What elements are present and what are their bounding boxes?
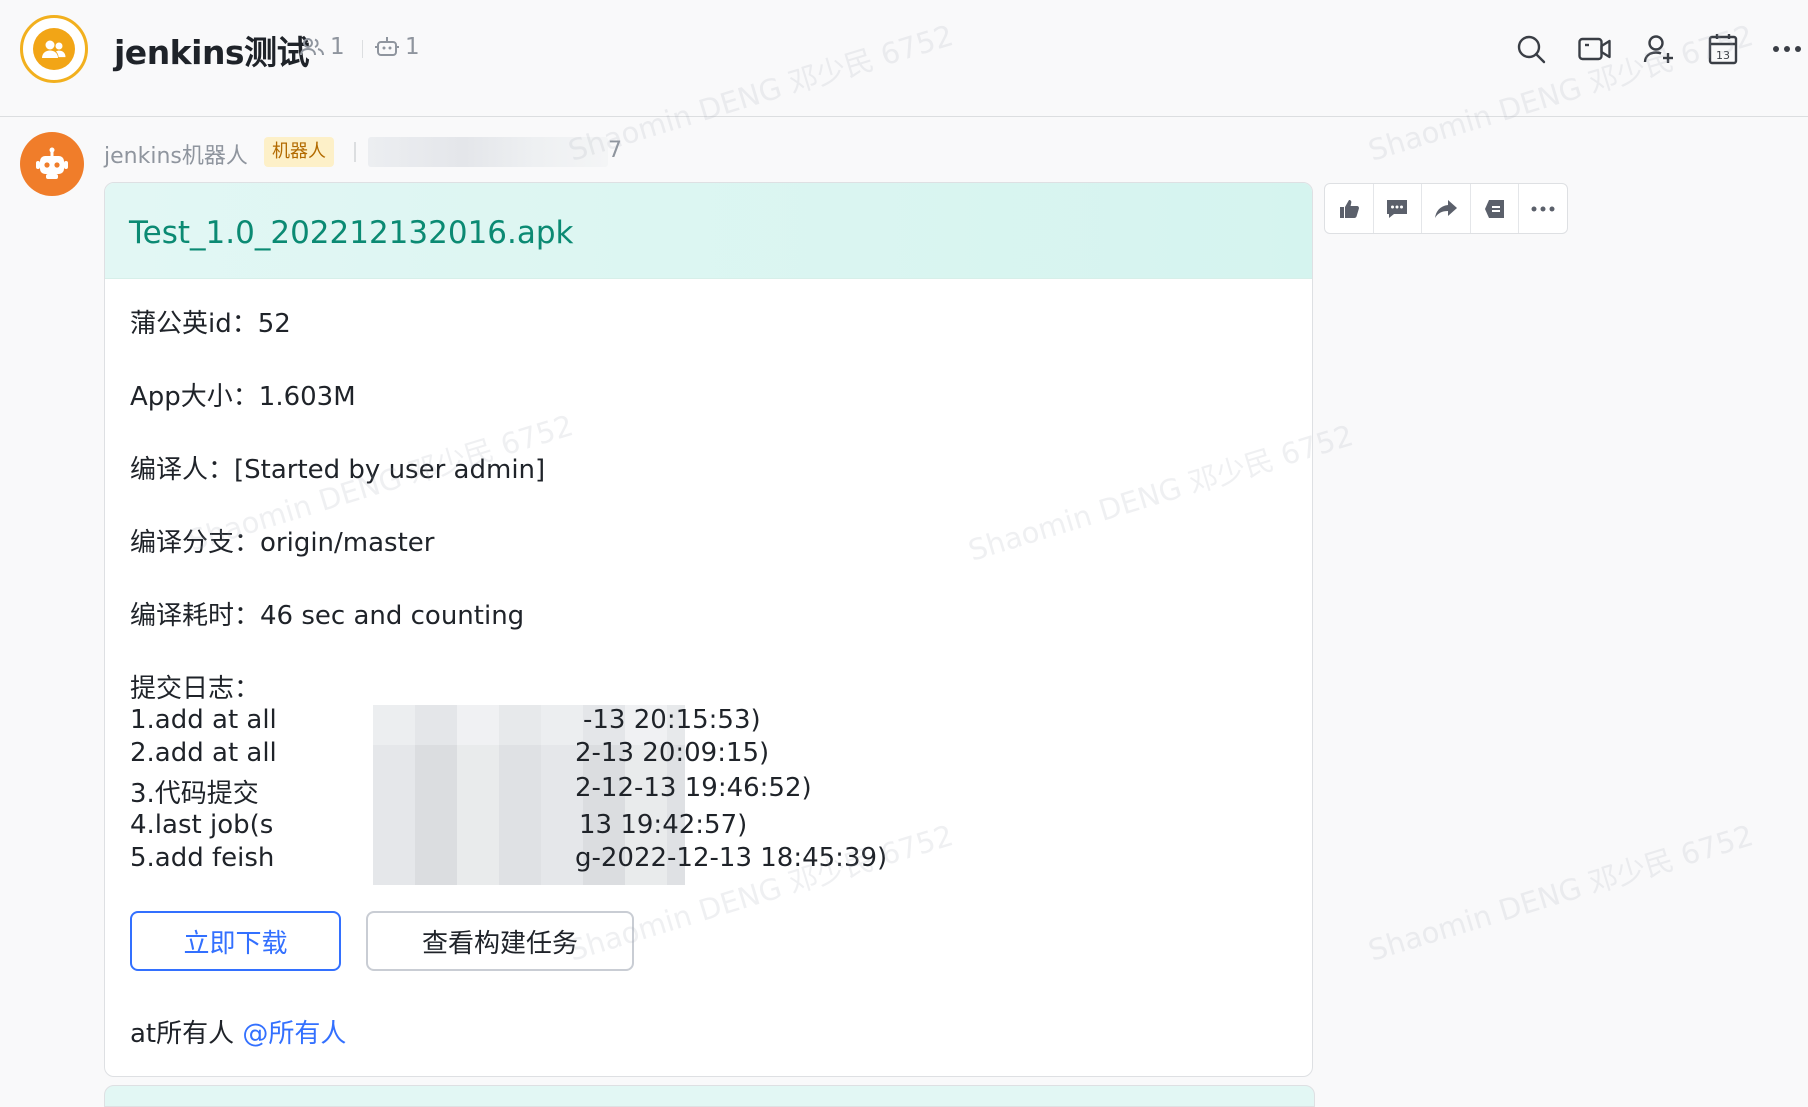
group-people-icon [33, 28, 75, 70]
more-icon[interactable] [1770, 32, 1804, 66]
calendar-icon[interactable]: 13 [1706, 32, 1740, 66]
card-line-duration: 编译耗时：46 sec and counting [130, 601, 525, 631]
card-title: Test_1.0_202212132016.apk [129, 215, 574, 251]
reply-icon[interactable] [1374, 184, 1423, 233]
bot-icon [375, 37, 399, 56]
bot-avatar[interactable] [20, 132, 84, 196]
more-actions-icon[interactable] [1519, 184, 1567, 233]
at-all-mention[interactable]: @所有人 [242, 1019, 346, 1049]
bot-count[interactable]: 1 [375, 34, 420, 60]
robot-icon [36, 147, 68, 179]
divider [354, 142, 356, 162]
chat-header: jenkins测试 1 1 13 [0, 0, 1808, 117]
message-card: Test_1.0_202212132016.apk 蒲公英id：52 App大小… [104, 182, 1313, 1077]
member-count-value: 1 [330, 34, 345, 60]
commit-item-head: 2.add at all [130, 738, 277, 768]
quote-icon[interactable] [1471, 184, 1520, 233]
thumbs-up-icon[interactable] [1325, 184, 1374, 233]
video-call-icon[interactable] [1578, 32, 1612, 66]
card-line-pgyer-id: 蒲公英id：52 [130, 309, 291, 339]
sender-name[interactable]: jenkins机器人 [104, 138, 248, 170]
svg-text:13: 13 [1716, 49, 1730, 62]
commit-log-label: 提交日志： [130, 674, 261, 704]
commit-item-head: 5.add feish [130, 843, 275, 873]
add-member-icon[interactable] [1642, 32, 1676, 66]
bot-badge: 机器人 [264, 137, 334, 167]
bot-count-value: 1 [405, 34, 420, 60]
member-count[interactable]: 1 [300, 34, 345, 60]
card-line-app-size: App大小：1.603M [130, 382, 356, 412]
download-button[interactable]: 立即下载 [130, 911, 341, 971]
commit-item-tail: 2-12-13 19:46:52) [575, 773, 812, 803]
commit-item-tail: 2-13 20:09:15) [575, 738, 770, 768]
search-icon[interactable] [1514, 32, 1548, 66]
at-all-line: at所有人 @所有人 [130, 1013, 346, 1050]
redacted-sender-id [368, 137, 608, 167]
sender-id-tail: 7 [608, 138, 622, 163]
commit-item-tail: g-2022-12-13 18:45:39) [575, 843, 888, 873]
chat-title[interactable]: jenkins测试 [114, 26, 310, 74]
members-icon [300, 38, 324, 56]
message-actions-toolbar [1324, 183, 1568, 234]
watermark: Shaomin DENG 邓少民 6752 [1364, 818, 1758, 968]
commit-item-head: 3.代码提交 [130, 779, 259, 809]
card-line-branch: 编译分支：origin/master [130, 528, 435, 558]
view-build-button[interactable]: 查看构建任务 [366, 911, 634, 971]
card-line-builder: 编译人：[Started by user admin] [130, 455, 546, 485]
next-message-card [104, 1085, 1315, 1107]
at-all-text: at所有人 [130, 1019, 243, 1049]
commit-item-head: 4.last job(s [130, 810, 274, 840]
commit-item-head: 1.add at all [130, 705, 277, 735]
commit-item-tail: -13 20:15:53) [583, 705, 761, 735]
commit-item-tail: 13 19:42:57) [579, 810, 748, 840]
divider [362, 40, 363, 58]
forward-icon[interactable] [1422, 184, 1471, 233]
group-avatar[interactable] [20, 15, 88, 83]
